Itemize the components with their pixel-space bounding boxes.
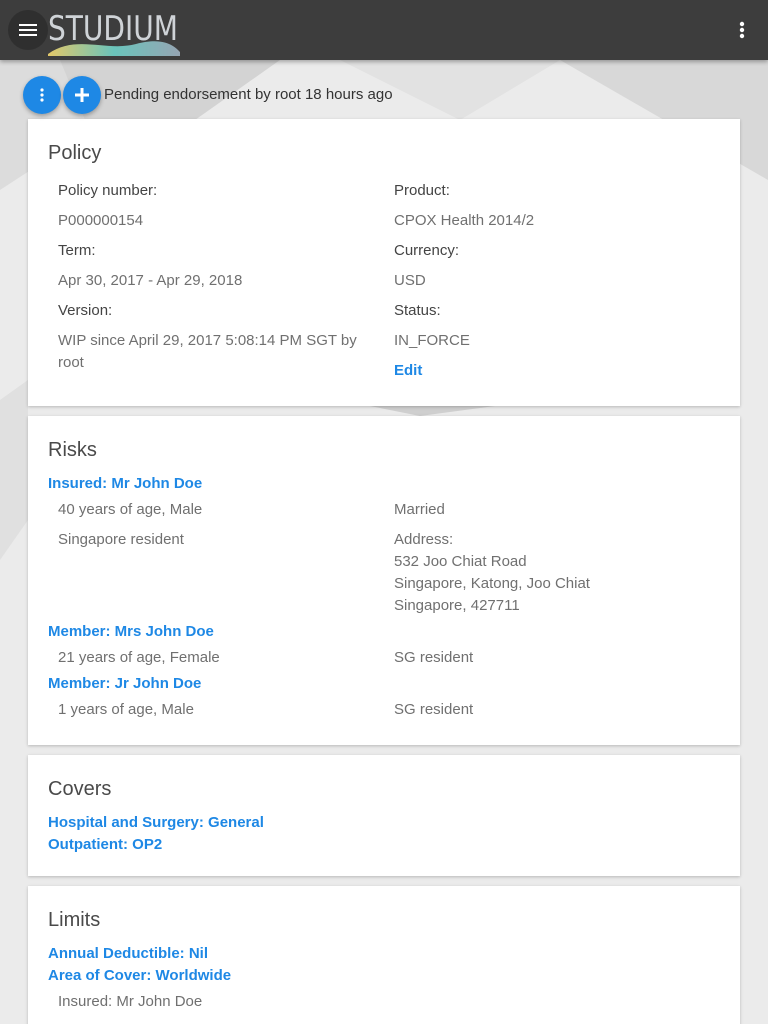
product-value: CPOX Health 2014/2 (394, 212, 535, 229)
term-label: Term: (58, 242, 96, 259)
address-label: Address: (394, 531, 454, 548)
product-label: Product: (394, 182, 450, 199)
plus-icon (75, 88, 89, 102)
member-age: 21 years of age, Female (58, 649, 220, 666)
limit-insured: Insured: Mr John Doe (58, 993, 203, 1010)
limits-title: Limits (48, 909, 101, 931)
term-value: Apr 30, 2017 - Apr 29, 2018 (58, 272, 243, 289)
menu-button[interactable] (8, 10, 48, 50)
policy-card: Policy Policy number: P000000154 Term: A… (28, 119, 740, 406)
currency-value: USD (394, 272, 426, 289)
covers-title: Covers (48, 778, 112, 800)
cover-link[interactable]: Outpatient: OP2 (48, 834, 162, 856)
limit-link[interactable]: Area of Cover: Worldwide (48, 965, 231, 987)
address-line-1: 532 Joo Chiat Road (394, 553, 527, 570)
insured-residency: Singapore resident (58, 531, 184, 548)
menu-icon (19, 24, 37, 36)
more-vert-icon (40, 88, 44, 102)
member-link[interactable]: Member: Jr John Doe (48, 673, 201, 695)
studium-logo: STUDIUM (48, 9, 180, 56)
risks-card: Risks Insured: Mr John Doe 40 years of a… (28, 416, 740, 745)
member-residency: SG resident (394, 701, 474, 718)
status-label: Status: (394, 302, 441, 319)
member-age: 1 years of age, Male (58, 701, 194, 718)
member-residency: SG resident (394, 649, 474, 666)
limit-link[interactable]: Annual Deductible: Nil (48, 943, 208, 965)
cover-link[interactable]: Hospital and Surgery: General (48, 812, 264, 834)
add-button[interactable] (63, 76, 101, 114)
svg-text:STUDIUM: STUDIUM (48, 9, 178, 49)
address-line-2: Singapore, Katong, Joo Chiat (394, 575, 590, 592)
version-label: Version: (58, 302, 113, 319)
risks-title: Risks (48, 439, 97, 461)
app-header: STUDIUM (0, 0, 768, 60)
member-link[interactable]: Member: Mrs John Doe (48, 621, 214, 643)
policy-title: Policy (48, 142, 102, 164)
version-value: WIP since April 29, 2017 5:08:14 PM SGT … (58, 332, 357, 371)
insured-marital-status: Married (394, 501, 445, 518)
covers-card: Covers Hospital and Surgery: General Out… (28, 755, 740, 876)
limits-card: Limits Annual Deductible: Nil Area of Co… (28, 886, 740, 1024)
status-value: IN_FORCE (394, 332, 470, 349)
endorsement-status: Pending endorsement by root 18 hours ago (104, 86, 393, 103)
edit-link[interactable]: Edit (394, 360, 422, 382)
address-line-3: Singapore, 427711 (394, 597, 520, 614)
insured-link[interactable]: Insured: Mr John Doe (48, 473, 202, 495)
header-more-button[interactable] (726, 14, 758, 46)
policy-number-label: Policy number: (58, 182, 158, 199)
insured-age: 40 years of age, Male (58, 501, 203, 518)
more-vert-icon (739, 21, 745, 39)
currency-label: Currency: (394, 242, 460, 259)
policy-number-value: P000000154 (58, 212, 144, 229)
actions-menu-button[interactable] (23, 76, 61, 114)
